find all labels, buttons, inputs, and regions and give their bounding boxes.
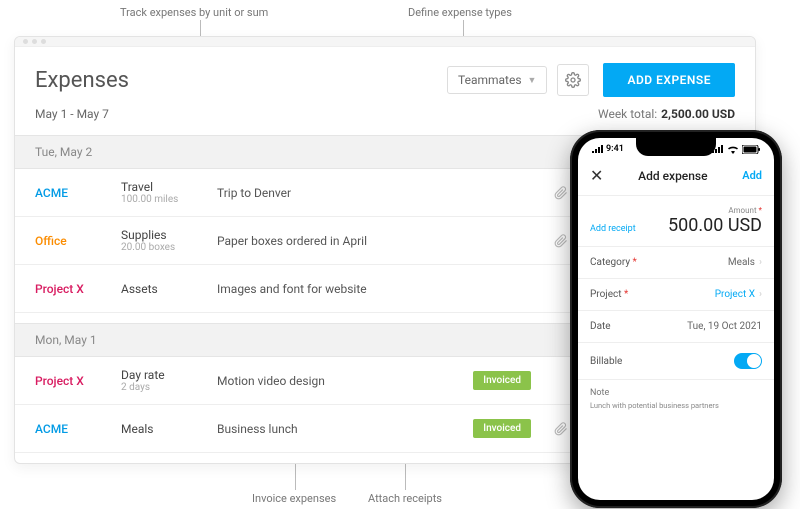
phone-notch	[636, 138, 716, 156]
field-value: Lunch with potential business partners	[590, 401, 762, 410]
field-label: Date	[590, 321, 687, 332]
project-name: Office	[35, 234, 121, 248]
field-label: Category *	[590, 257, 728, 268]
project-name: Project X	[35, 282, 121, 296]
chevron-down-icon: ▼	[528, 75, 537, 86]
add-expense-button[interactable]: ADD EXPENSE	[603, 63, 735, 97]
phone-amount-section: Add receipt Amount * 500.00 USD	[578, 196, 774, 247]
description-cell: Business lunch	[217, 422, 473, 436]
chevron-right-icon: ›	[759, 289, 762, 300]
phone-screen: 9:41 ✕ Add expense Add Add receipt Amoun…	[578, 138, 774, 500]
window-chrome	[15, 37, 755, 47]
field-value: Tue, 19 Oct 2021	[687, 321, 762, 332]
signal-icon	[592, 145, 603, 153]
project-name: ACME	[35, 186, 121, 200]
battery-icon	[742, 145, 760, 154]
wifi-icon	[727, 145, 739, 154]
callout-invoice: Invoice expenses	[252, 492, 336, 505]
category-cell: Supplies20.00 boxes	[121, 228, 217, 253]
phone-modal-header: ✕ Add expense Add	[578, 160, 774, 196]
phone-modal-title: Add expense	[603, 169, 742, 183]
callout-define: Define expense types	[408, 6, 512, 19]
phone-row-project[interactable]: Project * Project X ›	[578, 279, 774, 311]
teammates-dropdown[interactable]: Teammates ▼	[447, 66, 547, 94]
category-cell: Meals	[121, 422, 217, 436]
chevron-right-icon: ›	[759, 257, 762, 268]
day-label: Tue, May 2	[35, 145, 629, 159]
week-total-label: Week total:	[598, 107, 657, 121]
phone-add-action[interactable]: Add	[742, 169, 762, 182]
field-value: Project X	[715, 289, 755, 300]
field-label: Note	[590, 388, 762, 398]
invoiced-badge: Invoiced	[473, 419, 531, 438]
callout-attach: Attach receipts	[368, 492, 442, 505]
phone-row-date[interactable]: Date Tue, 19 Oct 2021	[578, 311, 774, 343]
date-range: May 1 - May 7	[35, 107, 598, 121]
header: Expenses Teammates ▼ ADD EXPENSE	[15, 47, 755, 103]
billable-toggle[interactable]	[734, 353, 762, 369]
description-cell: Motion video design	[217, 374, 473, 388]
phone-mockup: 9:41 ✕ Add expense Add Add receipt Amoun…	[570, 130, 782, 508]
phone-row-category[interactable]: Category * Meals ›	[578, 247, 774, 279]
settings-button[interactable]	[557, 64, 589, 96]
gear-icon	[565, 72, 581, 88]
day-label: Mon, May 1	[35, 333, 639, 347]
description-cell: Images and font for website	[217, 282, 543, 296]
project-name: ACME	[35, 422, 121, 436]
description-cell: Trip to Denver	[217, 186, 543, 200]
field-label: Project *	[590, 289, 715, 300]
field-value: Meals	[728, 257, 755, 268]
dropdown-label: Teammates	[458, 73, 522, 87]
category-cell: Assets	[121, 282, 217, 296]
week-total-value: 2,500.00 USD	[661, 107, 735, 121]
phone-row-billable: Billable	[578, 343, 774, 380]
page-title: Expenses	[35, 68, 447, 93]
add-receipt-link[interactable]: Add receipt	[590, 224, 636, 236]
category-cell: Day rate2 days	[121, 368, 217, 393]
project-name: Project X	[35, 374, 121, 388]
field-label: Billable	[590, 356, 734, 367]
description-cell: Paper boxes ordered in April	[217, 234, 543, 248]
amount-value[interactable]: 500.00 USD	[636, 215, 762, 236]
phone-row-note[interactable]: Note Lunch with potential business partn…	[578, 380, 774, 418]
close-icon[interactable]: ✕	[590, 166, 603, 185]
amount-label: Amount *	[636, 206, 762, 215]
category-cell: Travel100.00 miles	[121, 180, 217, 205]
invoiced-badge: Invoiced	[473, 371, 531, 390]
callout-track: Track expenses by unit or sum	[120, 6, 268, 19]
phone-time: 9:41	[606, 144, 624, 154]
